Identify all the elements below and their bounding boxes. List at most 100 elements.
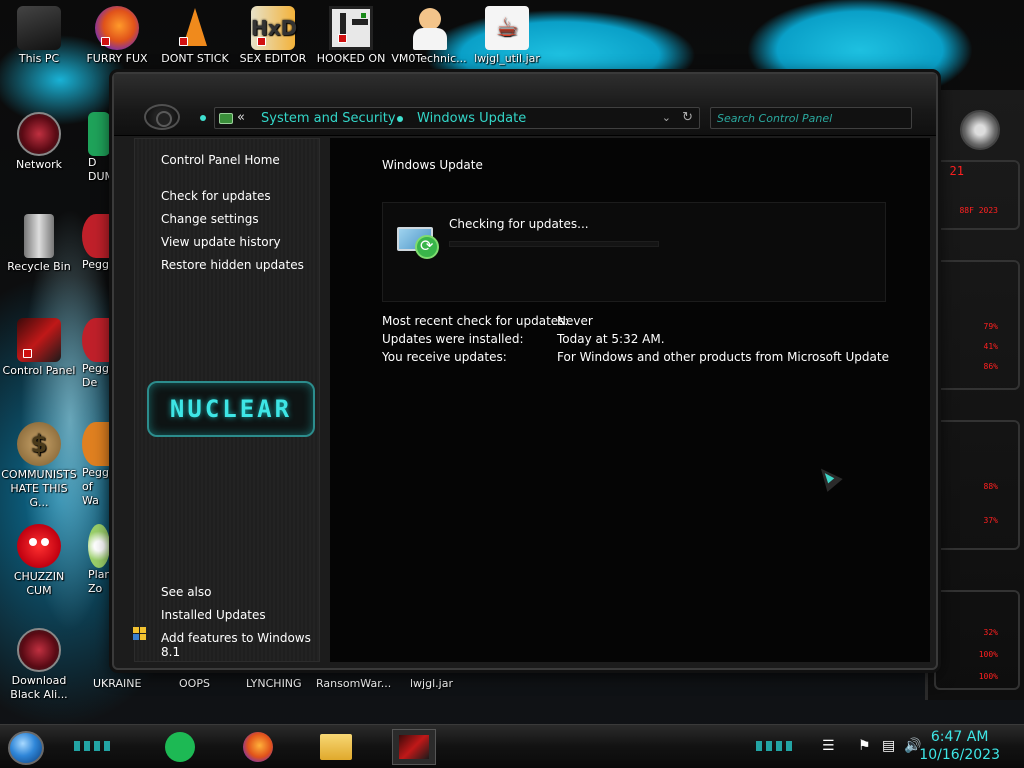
stats-box [934, 260, 1020, 390]
desktop-icon-label: Network [16, 158, 62, 171]
navigation-back-orb[interactable] [144, 104, 180, 130]
stats-box [934, 420, 1020, 550]
desktop-icon-download-black-ali[interactable]: Download Black Ali... [0, 628, 78, 702]
alienware-icon [17, 628, 61, 672]
see-also-heading: See also [161, 585, 212, 599]
breadcrumb-system-and-security[interactable]: System and Security [261, 111, 396, 126]
update-status-panel: Checking for updates... [382, 202, 886, 302]
desktop-icon-chuzzin-cum[interactable]: CHUZZIN CUM [0, 524, 78, 598]
system-clock[interactable]: 6:47 AM 10/16/2023 [919, 728, 1000, 764]
desktop-icon-recycle-bin[interactable]: Recycle Bin [0, 214, 78, 274]
desktop-icon-peggle[interactable]: Peggle [78, 214, 112, 272]
desktop-icon-hooked-on[interactable]: HOOKED ON [312, 6, 390, 66]
desktop-icon-label: Recycle Bin [7, 260, 71, 273]
control-panel-icon [399, 735, 429, 759]
desktop-icon-label: HOOKED ON [316, 52, 386, 65]
link-check-for-updates[interactable]: Check for updates [161, 189, 271, 203]
tray-overflow-icon[interactable]: ☰ [822, 738, 835, 754]
peggle-icon [82, 422, 110, 466]
clock-date: 10/16/2023 [919, 747, 1000, 763]
hxd-hex-editor-icon: HxD [251, 6, 297, 50]
desktop-icon-label: SEX EDITOR [239, 52, 307, 65]
desktop-icon-vm0technic[interactable]: VM0Technic... [390, 6, 468, 66]
breadcrumb-windows-update[interactable]: Windows Update [417, 111, 526, 126]
chevron-down-icon[interactable]: ⌄ [662, 111, 671, 124]
info-value: Never [557, 314, 593, 328]
desktop-icon-d-dum[interactable]: D DUM [78, 112, 112, 184]
desktop-icon-sex-editor[interactable]: HxD SEX EDITOR [234, 6, 312, 66]
desktop-icon-label: Peggle [82, 258, 112, 271]
vlc-cone-icon [173, 6, 217, 50]
widget-stat: 21 [949, 164, 964, 178]
spotify-icon [165, 732, 195, 762]
taskbar-firefox[interactable] [236, 729, 280, 765]
widget-stat: 88F 2023 [959, 206, 998, 215]
firefox-icon [243, 732, 273, 762]
desktop-icon-label: Peggle De [82, 362, 112, 389]
desktop-icon-oops[interactable]: OOPS [179, 677, 210, 690]
network-icon [17, 112, 61, 156]
desktop-icon-ransomware[interactable]: RansomWar... [316, 677, 391, 690]
desktop-icon-label: Download Black Ali... [10, 674, 68, 701]
info-key: Most recent check for updates: [382, 314, 569, 328]
link-view-update-history[interactable]: View update history [161, 235, 281, 249]
desktop-icon-label: lwjgl_util.jar [474, 52, 540, 65]
breadcrumb-separator[interactable] [397, 116, 403, 122]
widget-stat: 41% [983, 342, 998, 351]
desktop-icon-label: FURRY FUX [86, 52, 148, 65]
peggle-icon [82, 214, 110, 258]
flower-icon [88, 524, 110, 568]
java-jar-icon: ☕ [485, 6, 529, 50]
link-control-panel-home[interactable]: Control Panel Home [161, 153, 280, 167]
desktop-icon-communists[interactable]: $ COMMUNISTS HATE THIS G... [0, 422, 78, 510]
start-button[interactable] [8, 731, 44, 765]
info-value: For Windows and other products from Micr… [557, 350, 889, 364]
doctor-avatar-icon [407, 6, 451, 50]
widget-stat: 32% [983, 628, 998, 637]
control-panel-small-icon [219, 113, 233, 124]
desktop-icon-dont-stick[interactable]: DONT STICK [156, 6, 234, 66]
desktop-icon-furry-fux[interactable]: FURRY FUX [78, 6, 156, 66]
clock-time: 6:47 AM [930, 729, 989, 745]
desktop-icon-peggle-de[interactable]: Peggle De [78, 318, 112, 390]
desktop-icon-label: This PC [18, 52, 60, 65]
taskbar-spotify[interactable] [158, 729, 202, 765]
taskbar-file-explorer[interactable] [314, 729, 358, 765]
page-title: Windows Update [382, 158, 483, 172]
address-bar[interactable]: « System and Security Windows Update ⌄ ↻ [214, 107, 700, 129]
desktop-icon-control-panel[interactable]: Control Panel [0, 318, 78, 378]
mouse-cursor-icon [813, 462, 843, 492]
link-add-features-windows[interactable]: Add features to Windows 8.1 [161, 631, 319, 659]
desktop-icon-network[interactable]: Network [0, 112, 78, 172]
action-center-flag-icon[interactable]: ⚑ [858, 738, 871, 754]
left-nav-pane: Control Panel Home Check for updates Cha… [133, 138, 320, 662]
network-tray-icon[interactable]: ▤ [882, 738, 895, 754]
widget-stat: 37% [983, 516, 998, 525]
desktop-icon-this-pc[interactable]: This PC [0, 6, 78, 66]
desktop-icon-label: Control Panel [2, 364, 76, 377]
widget-stat: 100% [978, 650, 998, 659]
desktop-icon-lwjgl-jar[interactable]: lwjgl.jar [410, 677, 453, 690]
desktop-icon-lynching[interactable]: LYNCHING [246, 677, 302, 690]
firefox-icon [95, 6, 139, 50]
desktop-icon-lwjgl-util-jar[interactable]: ☕ lwjgl_util.jar [468, 6, 546, 66]
update-progress-bar [449, 241, 659, 247]
file-explorer-icon [320, 734, 352, 760]
nav-indicator-dot [200, 115, 206, 121]
search-input[interactable]: Search Control Panel [710, 107, 912, 129]
taskbar: ☰ ⚑ ▤ 🔊 6:47 AM 10/16/2023 [0, 724, 1024, 768]
refresh-icon[interactable]: ↻ [682, 110, 693, 125]
desktop-icon-plants-zombies[interactable]: Plan Zo [78, 524, 112, 596]
app-icon [88, 112, 110, 156]
link-restore-hidden-updates[interactable]: Restore hidden updates [161, 258, 304, 272]
taskbar-control-panel[interactable] [392, 729, 436, 765]
control-panel-icon [17, 318, 61, 362]
link-change-settings[interactable]: Change settings [161, 212, 259, 226]
desktop-icon-label: D DUM [88, 156, 112, 183]
link-installed-updates[interactable]: Installed Updates [161, 608, 266, 622]
desktop-icon-ukraine[interactable]: UKRAINE [93, 677, 141, 690]
breadcrumb-overflow-chevron[interactable]: « [237, 110, 245, 125]
desktop-icon-peggle-of-wa[interactable]: Peggle of Wa [78, 422, 112, 508]
nuclear-theme-logo: NUCLEAR [147, 381, 315, 437]
stats-box [934, 590, 1020, 690]
